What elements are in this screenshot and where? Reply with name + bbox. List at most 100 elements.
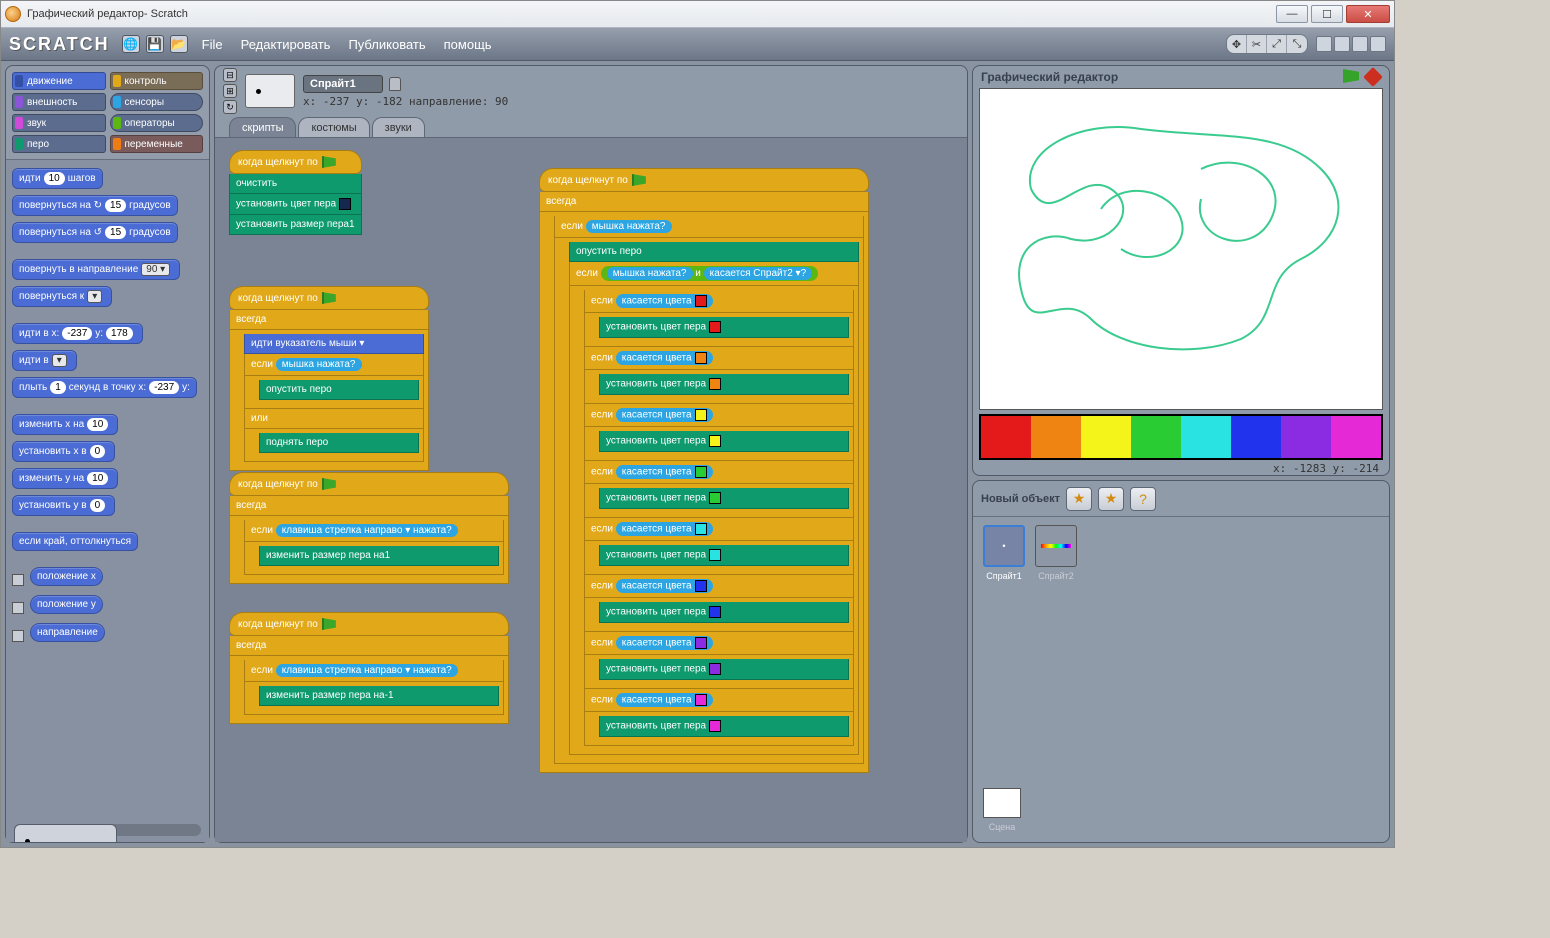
scripts-area[interactable]: когда щелкнут по очистить установить цве… — [215, 137, 967, 842]
block-goto-xy[interactable]: идти в x:-237y:178 — [12, 323, 143, 344]
view-small-icon[interactable] — [1316, 36, 1332, 52]
menu-share[interactable]: Публиковать — [348, 37, 425, 52]
open-icon[interactable]: 📂 — [170, 35, 188, 53]
zoom-out-icon[interactable]: ↻ — [223, 100, 237, 114]
paint-new-sprite-button[interactable]: ★ — [1066, 487, 1092, 511]
block-turn-cw[interactable]: повернуться на ↻15градусов — [12, 195, 178, 216]
grow-tool-icon[interactable]: ⤢ — [1267, 35, 1287, 53]
menu-edit[interactable]: Редактировать — [241, 37, 331, 52]
block-change-y[interactable]: изменить y на10 — [12, 468, 118, 489]
category-sound[interactable]: звук — [12, 114, 106, 132]
sprite-list-panel: Новый объект ★ ★ ? • Спрайт1 Спрайт2 — [972, 480, 1390, 843]
reporter-xpos[interactable]: положение x — [12, 567, 205, 592]
set-pen-color-green[interactable]: установить цвет пера — [599, 488, 849, 509]
script-stack-1[interactable]: когда щелкнут по очистить установить цве… — [229, 150, 362, 235]
color-red[interactable] — [981, 416, 1031, 458]
block-bounce[interactable]: если край, оттолкнуться — [12, 532, 138, 551]
main-area: движение внешность звук перо контроль се… — [1, 61, 1394, 847]
stage-item[interactable]: Сцена — [983, 788, 1021, 832]
set-pen-color-purple[interactable]: установить цвет пера — [599, 659, 849, 680]
view-medium-icon[interactable] — [1334, 36, 1350, 52]
category-operators[interactable]: операторы — [110, 114, 204, 132]
if-touching-color-red[interactable]: если касается цвета — [584, 290, 854, 313]
category-looks[interactable]: внешность — [12, 93, 106, 111]
zoom-normal-icon[interactable]: ⊟ — [223, 68, 237, 82]
set-pen-color-red[interactable]: установить цвет пера — [599, 317, 849, 338]
sprite-item-1[interactable]: • Спрайт1 — [981, 525, 1027, 581]
category-motion[interactable]: движение — [12, 72, 106, 90]
block-glide[interactable]: плыть1секунд в точку x:-237y: — [12, 377, 197, 398]
category-variables[interactable]: переменные — [110, 135, 204, 153]
copy-tool-icon[interactable]: ✂ — [1247, 35, 1267, 53]
category-sensing[interactable]: сенсоры — [110, 93, 204, 111]
tab-sounds[interactable]: звуки — [372, 117, 425, 138]
if-touching-color-yellow[interactable]: если касается цвета — [584, 404, 854, 427]
stop-button[interactable] — [1365, 69, 1381, 85]
if-touching-color-orange[interactable]: если касается цвета — [584, 347, 854, 370]
script-stack-5[interactable]: когда щелкнут по всегда если мышка нажат… — [539, 168, 869, 773]
set-pen-color-yellow[interactable]: установить цвет пера — [599, 431, 849, 452]
script-stack-4[interactable]: когда щелкнут по всегда если клавиша стр… — [229, 612, 509, 724]
if-touching-color-cyan[interactable]: если касается цвета — [584, 518, 854, 541]
set-pen-color-magenta[interactable]: установить цвет пера — [599, 716, 849, 737]
block-set-x[interactable]: установить x в0 — [12, 441, 115, 462]
choose-sprite-button[interactable]: ★ — [1098, 487, 1124, 511]
script-stack-3[interactable]: когда щелкнут по всегда если клавиша стр… — [229, 472, 509, 584]
stamp-tool-icon[interactable]: ✥ — [1227, 35, 1247, 53]
sprite-name-input[interactable]: Спрайт1 — [303, 75, 383, 93]
sprite-item-2[interactable]: Спрайт2 — [1033, 525, 1079, 581]
menu-file[interactable]: File — [202, 37, 223, 52]
block-turn-ccw[interactable]: повернуться на ↺15градусов — [12, 222, 178, 243]
set-pen-color-orange[interactable]: установить цвет пера — [599, 374, 849, 395]
scripts-panel: ⊟ ⊞ ↻ Спрайт1 x: -237 y: -182 направлени… — [214, 65, 968, 843]
block-point-towards[interactable]: повернуться к ▾ — [12, 286, 112, 307]
tab-costumes[interactable]: костюмы — [298, 117, 369, 138]
view-large-icon[interactable] — [1352, 36, 1368, 52]
maximize-button[interactable]: ☐ — [1311, 5, 1343, 23]
minimize-button[interactable]: — — [1276, 5, 1308, 23]
block-palette[interactable]: идти10шагов повернуться на ↻15градусов п… — [6, 159, 209, 842]
zoom-in-icon[interactable]: ⊞ — [223, 84, 237, 98]
reporter-direction[interactable]: направление — [12, 623, 205, 648]
category-control[interactable]: контроль — [110, 72, 204, 90]
reporter-ypos[interactable]: положение y — [12, 595, 205, 620]
sprite-list: • Спрайт1 Спрайт2 — [973, 517, 1389, 589]
set-pen-color-blue[interactable]: установить цвет пера — [599, 602, 849, 623]
palette-scrollbar[interactable] — [14, 824, 201, 836]
view-presentation-icon[interactable] — [1370, 36, 1386, 52]
language-icon[interactable]: 🌐 — [122, 35, 140, 53]
category-pen[interactable]: перо — [12, 135, 106, 153]
block-move-steps[interactable]: идти10шагов — [12, 168, 103, 189]
color-purple[interactable] — [1281, 416, 1331, 458]
if-touching-color-blue[interactable]: если касается цвета — [584, 575, 854, 598]
block-change-x[interactable]: изменить x на10 — [12, 414, 118, 435]
color-cyan[interactable] — [1181, 416, 1231, 458]
color-magenta[interactable] — [1331, 416, 1381, 458]
sprite-info: x: -237 y: -182 направление: 90 — [303, 95, 508, 108]
block-point-direction[interactable]: повернуть в направление90 ▾ — [12, 259, 180, 280]
if-touching-color-green[interactable]: если касается цвета — [584, 461, 854, 484]
if-touching-color-purple[interactable]: если касается цвета — [584, 632, 854, 655]
green-flag-button[interactable] — [1343, 69, 1359, 85]
block-set-y[interactable]: установить y в0 — [12, 495, 115, 516]
right-column: Графический редактор — [972, 65, 1390, 843]
set-pen-color-cyan[interactable]: установить цвет пера — [599, 545, 849, 566]
block-goto[interactable]: идти в ▾ — [12, 350, 77, 371]
shrink-tool-icon[interactable]: ⤡ — [1287, 35, 1307, 53]
color-yellow[interactable] — [1081, 416, 1131, 458]
window-title: Графический редактор- Scratch — [27, 8, 188, 20]
close-button[interactable]: ✕ — [1346, 5, 1390, 23]
if-touching-color-magenta[interactable]: если касается цвета — [584, 689, 854, 712]
script-stack-2[interactable]: когда щелкнут по всегда идти вуказатель … — [229, 286, 429, 471]
menu-help[interactable]: помощь — [444, 37, 492, 52]
surprise-sprite-button[interactable]: ? — [1130, 487, 1156, 511]
color-palette-bar — [979, 414, 1383, 460]
stage-canvas[interactable] — [979, 88, 1383, 410]
color-blue[interactable] — [1231, 416, 1281, 458]
save-icon[interactable]: 💾 — [146, 35, 164, 53]
color-orange[interactable] — [1031, 416, 1081, 458]
color-green[interactable] — [1131, 416, 1181, 458]
lock-icon[interactable] — [389, 77, 401, 91]
sprite-thumbnail — [245, 74, 295, 108]
tab-scripts[interactable]: скрипты — [229, 117, 296, 138]
